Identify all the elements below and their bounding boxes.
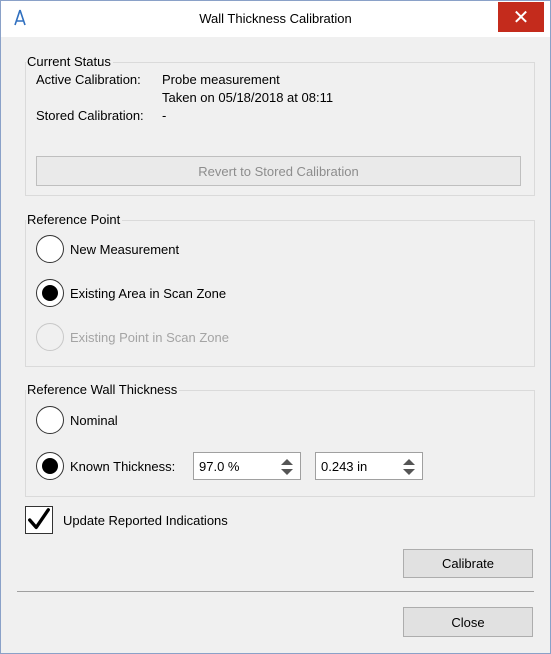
radio-selected-dot xyxy=(42,458,58,474)
inch-spinner-value: 0.243 in xyxy=(321,459,368,474)
radio-existing-area-label[interactable]: Existing Area in Scan Zone xyxy=(70,286,226,302)
radio-nominal-label[interactable]: Nominal xyxy=(70,413,118,429)
radio-known-thickness-label[interactable]: Known Thickness: xyxy=(70,459,175,475)
spin-arrows-icon[interactable] xyxy=(402,457,416,477)
active-calibration-taken: Taken on 05/18/2018 at 08:11 xyxy=(162,90,334,105)
close-button[interactable]: Close xyxy=(403,607,533,637)
percent-spinner[interactable]: 97.0 % xyxy=(193,452,301,480)
inch-spinner[interactable]: 0.243 in xyxy=(315,452,423,480)
button-separator xyxy=(17,591,534,592)
current-status-legend: Current Status xyxy=(26,54,113,70)
active-calibration-value: Probe measurement xyxy=(162,72,280,87)
title-bar: Wall Thickness Calibration ✕ xyxy=(1,1,550,37)
window-title: Wall Thickness Calibration xyxy=(199,11,352,26)
revert-button[interactable]: Revert to Stored Calibration xyxy=(36,156,521,186)
active-calibration-label: Active Calibration: xyxy=(36,72,141,87)
reference-wall-thickness-group: Reference Wall Thickness Nominal Known T… xyxy=(25,382,535,497)
update-reported-label[interactable]: Update Reported Indications xyxy=(63,513,228,529)
radio-new-measurement-label[interactable]: New Measurement xyxy=(70,242,179,258)
spin-arrows-icon[interactable] xyxy=(280,457,294,477)
radio-new-measurement[interactable] xyxy=(36,235,64,263)
radio-selected-dot xyxy=(42,285,58,301)
close-icon[interactable]: ✕ xyxy=(498,2,544,32)
update-reported-checkbox[interactable] xyxy=(25,506,53,534)
checkmark-icon xyxy=(28,508,50,530)
dialog-window: Wall Thickness Calibration ✕ Current Sta… xyxy=(0,0,551,654)
dialog-body: Current Status Active Calibration: Probe… xyxy=(9,37,542,647)
radio-existing-area[interactable] xyxy=(36,279,64,307)
radio-existing-point[interactable] xyxy=(36,323,64,351)
current-status-group: Current Status Active Calibration: Probe… xyxy=(25,54,535,196)
reference-point-legend: Reference Point xyxy=(26,212,123,228)
stored-calibration-label: Stored Calibration: xyxy=(36,108,144,123)
radio-known-thickness[interactable] xyxy=(36,452,64,480)
percent-spinner-value: 97.0 % xyxy=(199,459,240,474)
radio-existing-point-label[interactable]: Existing Point in Scan Zone xyxy=(70,330,229,346)
calibrate-button[interactable]: Calibrate xyxy=(403,549,533,578)
reference-point-group: Reference Point New Measurement Existing… xyxy=(25,212,535,367)
stored-calibration-value: - xyxy=(162,108,167,123)
reference-wall-thickness-legend: Reference Wall Thickness xyxy=(26,382,180,398)
radio-nominal[interactable] xyxy=(36,406,64,434)
